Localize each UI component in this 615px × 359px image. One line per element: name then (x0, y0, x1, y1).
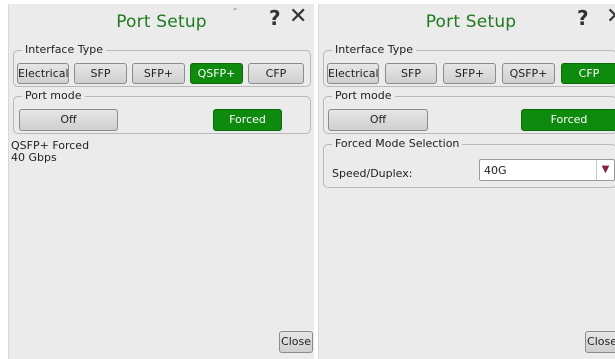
interface-option-sfp-plus[interactable]: SFP+ (132, 63, 185, 84)
interface-option-cfp[interactable]: CFP (248, 63, 304, 84)
group-label: Forced Mode Selection (332, 137, 463, 151)
group-label: Port mode (22, 89, 85, 103)
interface-option-electrical[interactable]: Electrical (327, 63, 379, 84)
close-button[interactable]: Close (585, 331, 615, 353)
port-mode-group: Port mode Off Forced (323, 89, 615, 134)
port-setup-dialog-right: Port Setup ? ✕ Interface Type Electrical… (318, 4, 615, 359)
port-mode-group: Port mode Off Forced (13, 89, 311, 134)
port-mode-forced-button[interactable]: Forced (521, 109, 615, 131)
close-icon[interactable]: ✕ (606, 4, 615, 29)
port-mode-off-button[interactable]: Off (328, 109, 428, 131)
interface-option-qsfp-plus[interactable]: QSFP+ (502, 63, 555, 84)
forced-mode-selection-group: Forced Mode Selection Speed/Duplex: 40G … (323, 137, 615, 188)
group-label: Interface Type (332, 43, 417, 57)
help-icon[interactable]: ? (269, 6, 281, 30)
group-label: Interface Type (22, 43, 107, 57)
speed-duplex-value: 40G (484, 164, 507, 177)
speed-duplex-select[interactable]: 40G ▼ (479, 159, 615, 181)
speed-duplex-label: Speed/Duplex: (332, 167, 413, 180)
chevron-down-icon[interactable]: ▼ (596, 160, 614, 180)
port-setup-dialog-left: Port Setup - ? ✕ Interface Type Electric… (8, 4, 314, 359)
port-mode-forced-button[interactable]: Forced (213, 109, 282, 131)
interface-option-sfp[interactable]: SFP (385, 63, 437, 84)
close-button[interactable]: Close (279, 331, 313, 353)
interface-option-electrical[interactable]: Electrical (17, 63, 69, 84)
interface-option-cfp[interactable]: CFP (561, 63, 615, 84)
interface-option-qsfp-plus[interactable]: QSFP+ (190, 63, 243, 84)
port-mode-off-button[interactable]: Off (19, 109, 118, 131)
interface-option-sfp[interactable]: SFP (74, 63, 127, 84)
interface-type-group: Interface Type Electrical SFP SFP+ QSFP+… (323, 43, 615, 87)
help-icon[interactable]: ? (577, 6, 589, 30)
status-speed-text: 40 Gbps (11, 151, 57, 164)
interface-option-sfp-plus[interactable]: SFP+ (443, 63, 496, 84)
dialog-title: Port Setup (425, 12, 517, 32)
interface-type-group: Interface Type Electrical SFP SFP+ QSFP+… (13, 43, 311, 87)
group-label: Port mode (332, 89, 395, 103)
title-bar-mark: - (233, 4, 237, 15)
close-icon[interactable]: ✕ (289, 4, 307, 29)
